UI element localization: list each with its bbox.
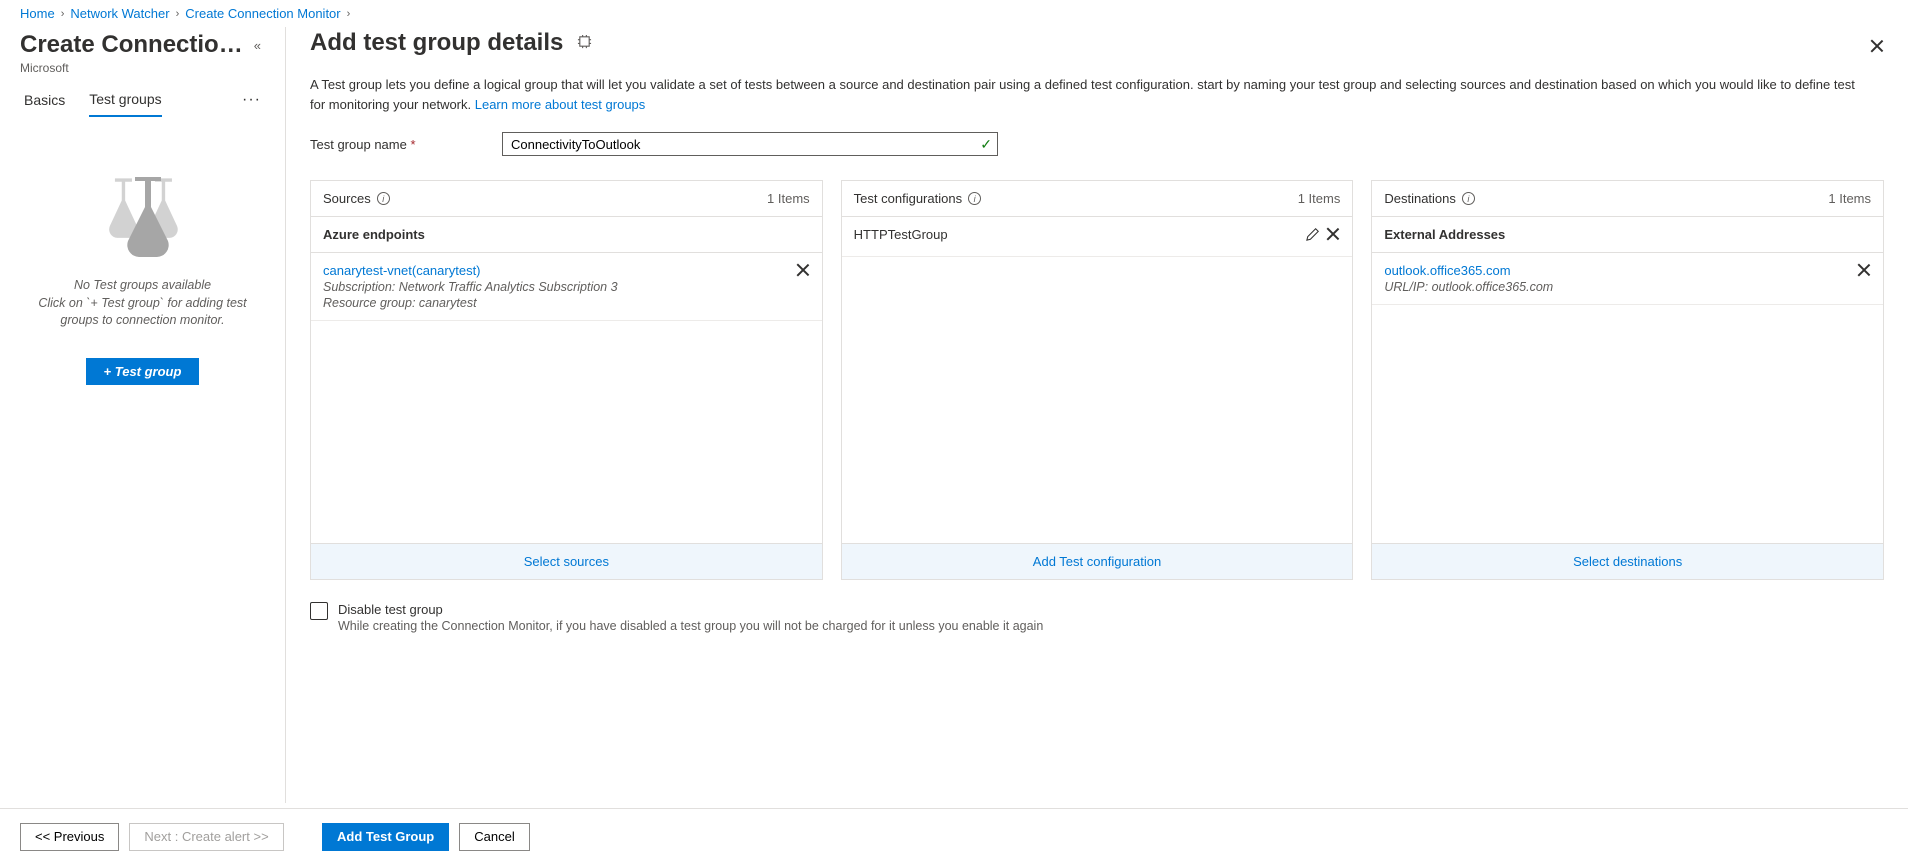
sources-column: Sources i 1 Items Azure endpoints canary… bbox=[310, 180, 823, 580]
next-button[interactable]: Next : Create alert >> bbox=[129, 823, 283, 851]
select-destinations-button[interactable]: Select destinations bbox=[1372, 543, 1883, 579]
previous-button[interactable]: << Previous bbox=[20, 823, 119, 851]
sources-count: 1 Items bbox=[767, 191, 810, 206]
remove-source-icon[interactable] bbox=[796, 263, 810, 282]
learn-more-link[interactable]: Learn more about test groups bbox=[475, 97, 646, 112]
remove-test-config-icon[interactable] bbox=[1326, 227, 1340, 246]
empty-state-line2: Click on `+ Test group` for adding test … bbox=[24, 295, 261, 330]
cancel-button[interactable]: Cancel bbox=[459, 823, 529, 851]
source-item-subscription: Subscription: Network Traffic Analytics … bbox=[323, 280, 788, 294]
disable-test-group-description: While creating the Connection Monitor, i… bbox=[338, 619, 1043, 633]
remove-destination-icon[interactable] bbox=[1857, 263, 1871, 282]
add-test-group-button[interactable]: + Test group bbox=[86, 358, 200, 385]
destination-item: outlook.office365.com URL/IP: outlook.of… bbox=[1372, 253, 1883, 305]
test-config-count: 1 Items bbox=[1298, 191, 1341, 206]
info-icon[interactable]: i bbox=[1462, 192, 1475, 205]
breadcrumb: Home › Network Watcher › Create Connecti… bbox=[0, 0, 1908, 27]
chevron-right-icon: › bbox=[347, 8, 351, 20]
test-group-name-label: Test group name * bbox=[310, 137, 490, 152]
check-icon: ✓ bbox=[980, 136, 992, 153]
select-sources-button[interactable]: Select sources bbox=[311, 543, 822, 579]
test-configurations-column: Test configurations i 1 Items HTTPTestGr… bbox=[841, 180, 1354, 580]
destinations-title: Destinations bbox=[1384, 191, 1456, 206]
breadcrumb-network-watcher[interactable]: Network Watcher bbox=[70, 6, 169, 21]
info-icon[interactable]: i bbox=[968, 192, 981, 205]
left-tabs: Basics Test groups ··· bbox=[0, 75, 285, 117]
source-item-link[interactable]: canarytest-vnet(canarytest) bbox=[323, 263, 788, 278]
test-config-item: HTTPTestGroup bbox=[842, 217, 1353, 257]
breadcrumb-home[interactable]: Home bbox=[20, 6, 55, 21]
chevron-right-icon: › bbox=[61, 8, 65, 20]
test-group-name-input[interactable] bbox=[502, 132, 998, 156]
edit-test-config-icon[interactable] bbox=[1306, 227, 1320, 246]
close-panel-icon[interactable] bbox=[1870, 37, 1884, 58]
footer-bar: << Previous Next : Create alert >> Add T… bbox=[0, 808, 1908, 864]
info-icon[interactable]: i bbox=[377, 192, 390, 205]
empty-state-line1: No Test groups available bbox=[24, 277, 261, 295]
subtitle: Microsoft bbox=[20, 61, 265, 75]
source-item-resource-group: Resource group: canarytest bbox=[323, 296, 788, 310]
collapse-pane-icon[interactable]: « bbox=[250, 34, 265, 57]
sources-title: Sources bbox=[323, 191, 371, 206]
panel-description: A Test group lets you define a logical g… bbox=[310, 75, 1870, 114]
destinations-subheader: External Addresses bbox=[1372, 217, 1883, 253]
chevron-right-icon: › bbox=[176, 8, 180, 20]
add-test-group-submit-button[interactable]: Add Test Group bbox=[322, 823, 449, 851]
destinations-column: Destinations i 1 Items External Addresse… bbox=[1371, 180, 1884, 580]
add-test-configuration-button[interactable]: Add Test configuration bbox=[842, 543, 1353, 579]
pin-icon[interactable] bbox=[577, 34, 592, 52]
source-item: canarytest-vnet(canarytest) Subscription… bbox=[311, 253, 822, 321]
sources-subheader: Azure endpoints bbox=[311, 217, 822, 253]
disable-test-group-label: Disable test group bbox=[338, 602, 1043, 617]
breadcrumb-create-connection-monitor[interactable]: Create Connection Monitor bbox=[185, 6, 340, 21]
test-config-title: Test configurations bbox=[854, 191, 962, 206]
panel-title: Add test group details bbox=[310, 29, 563, 57]
destination-item-meta: URL/IP: outlook.office365.com bbox=[1384, 280, 1849, 294]
destinations-count: 1 Items bbox=[1828, 191, 1871, 206]
test-config-item-label: HTTPTestGroup bbox=[854, 227, 1299, 242]
page-title: Create Connection... bbox=[20, 31, 250, 59]
main-pane: Add test group details A Test group lets… bbox=[286, 27, 1908, 803]
tabs-overflow-icon[interactable]: ··· bbox=[242, 91, 261, 117]
left-pane: Create Connection... « Microsoft Basics … bbox=[0, 27, 286, 803]
disable-test-group-checkbox[interactable] bbox=[310, 602, 328, 620]
destination-item-link[interactable]: outlook.office365.com bbox=[1384, 263, 1849, 278]
tab-basics[interactable]: Basics bbox=[24, 92, 65, 116]
tab-test-groups[interactable]: Test groups bbox=[89, 91, 161, 117]
flask-icon bbox=[98, 177, 188, 257]
